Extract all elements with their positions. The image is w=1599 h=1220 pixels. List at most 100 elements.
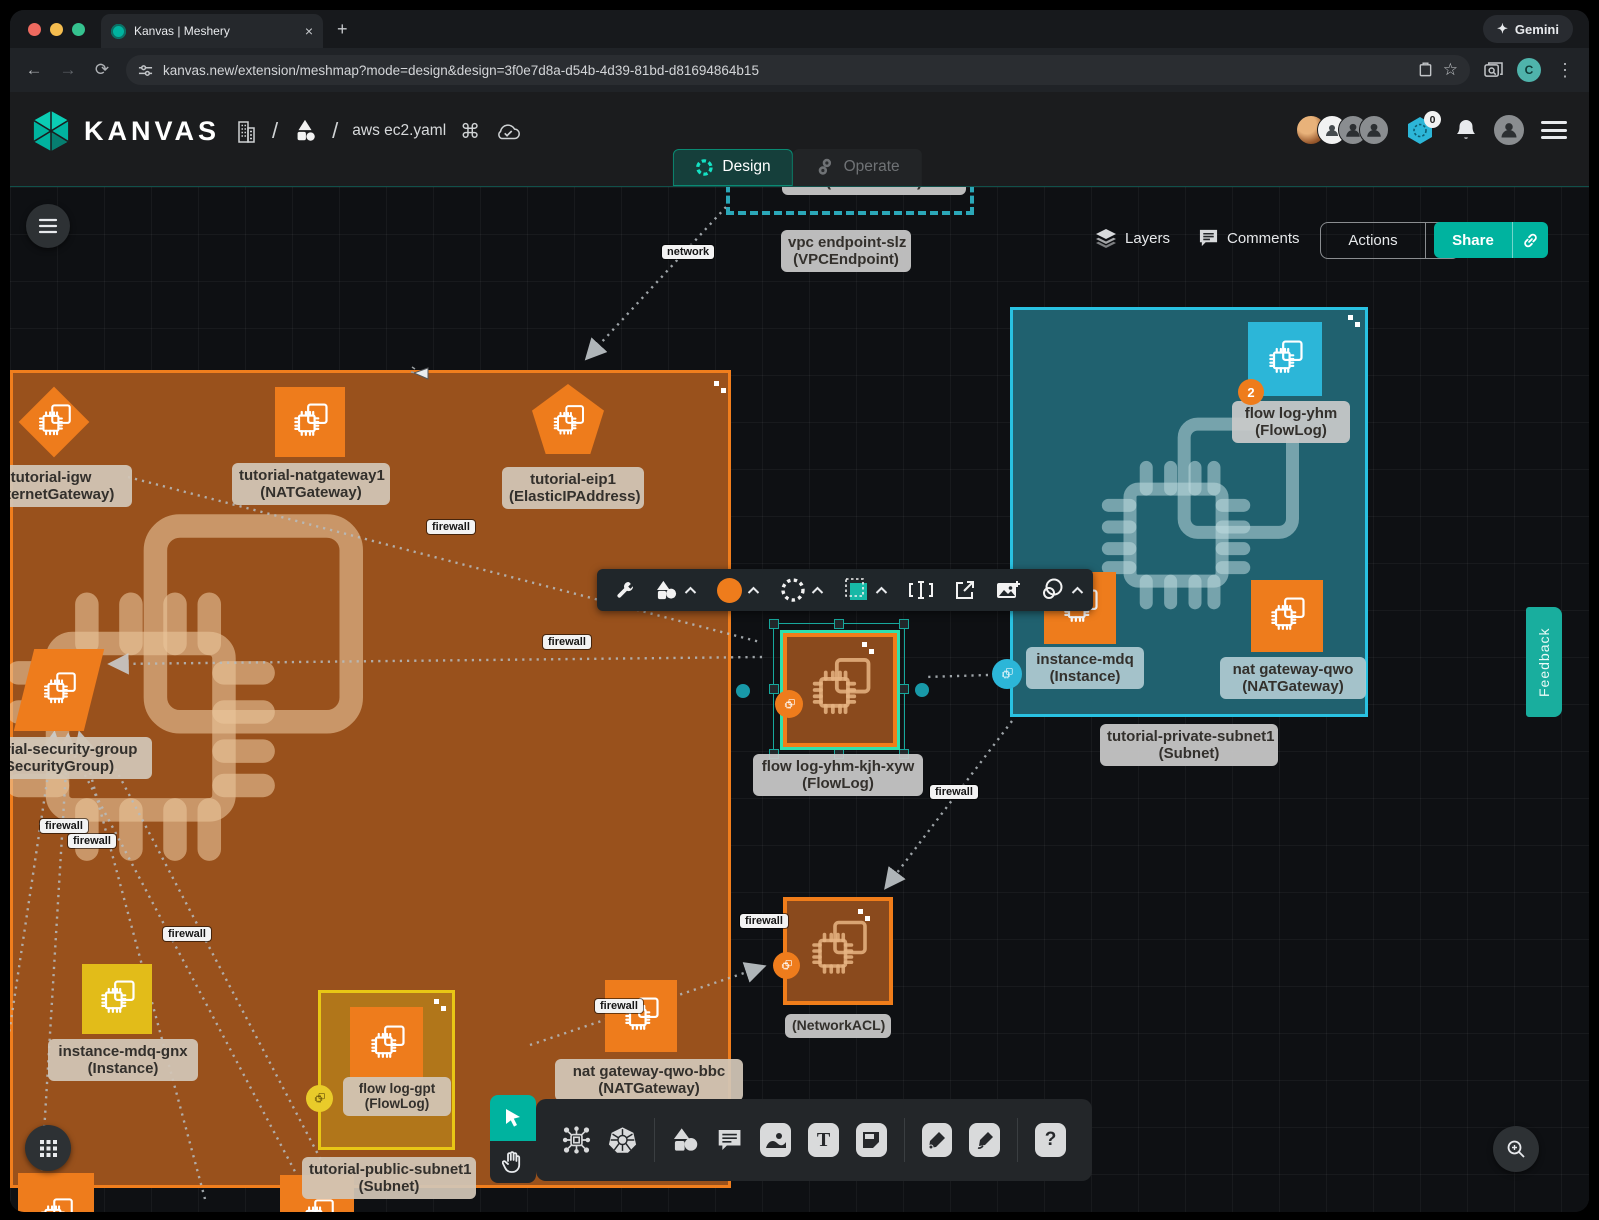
back-icon[interactable]: ← — [24, 60, 44, 80]
edge-firewall-3[interactable] — [887, 721, 1012, 886]
edge-firewall-9[interactable] — [102, 743, 332, 1181]
components-tool-icon[interactable] — [562, 1124, 591, 1156]
selected-node-badge[interactable] — [775, 690, 803, 718]
vpc-expand-icon[interactable] — [714, 381, 726, 393]
node-flowlog-gpt[interactable] — [350, 1007, 423, 1080]
minimize-window-button[interactable] — [50, 23, 63, 36]
user-profile-avatar[interactable] — [1493, 114, 1525, 146]
organization-icon[interactable] — [234, 118, 258, 144]
freehand-tool-button[interactable] — [969, 1123, 1000, 1157]
node-internet-gateway[interactable] — [20, 388, 88, 456]
workspace-shapes-icon[interactable] — [292, 118, 318, 144]
chrome-profile-avatar[interactable]: C — [1517, 58, 1541, 82]
network-acl-badge[interactable] — [773, 952, 800, 979]
cloud-sync-icon[interactable] — [494, 120, 522, 142]
chrome-menu-icon[interactable]: ⋮ — [1555, 60, 1575, 81]
help-button[interactable]: ? — [1035, 1123, 1066, 1157]
resize-handle[interactable] — [769, 619, 779, 629]
tab-close-icon[interactable]: × — [305, 23, 313, 39]
add-screenshot-tool-button[interactable] — [988, 569, 1028, 611]
url-text[interactable]: kanvas.new/extension/meshmap?mode=design… — [163, 63, 1408, 78]
comment-tool-icon[interactable] — [716, 1126, 743, 1154]
layers-button[interactable]: Layers — [1095, 228, 1170, 248]
address-bar[interactable]: kanvas.new/extension/meshmap?mode=design… — [126, 55, 1470, 85]
subnet-connection-handle[interactable] — [992, 659, 1022, 689]
rename-tool-button[interactable] — [900, 569, 942, 611]
kubernetes-tool-icon[interactable] — [608, 1124, 637, 1156]
save-icon[interactable] — [1418, 62, 1433, 78]
feedback-tab[interactable]: Feedback — [1526, 607, 1562, 717]
select-tool-button[interactable] — [490, 1095, 536, 1141]
open-in-new-tool-button[interactable] — [946, 569, 984, 611]
forward-icon[interactable]: → — [58, 60, 78, 80]
design-canvas[interactable]: (RouteTable) vpc endpoint-slz(VPCEndpoin… — [10, 187, 1589, 1212]
edge-network[interactable] — [588, 207, 726, 357]
node-natgw-qwo[interactable] — [1251, 580, 1323, 652]
edge-label-network: network — [662, 245, 714, 259]
actions-button[interactable]: Actions — [1320, 222, 1426, 259]
edge-firewall-2[interactable] — [112, 657, 762, 664]
design-configuration-icon[interactable]: ⌘ — [460, 119, 480, 144]
share-link-button[interactable] — [1512, 222, 1548, 258]
tab-search-icon[interactable] — [1484, 62, 1503, 79]
zoom-button[interactable] — [1493, 1126, 1539, 1172]
node-clipped-bottom-1[interactable] — [18, 1173, 94, 1212]
edge-firewall-1[interactable] — [128, 477, 760, 642]
gemini-button[interactable]: ✦ Gemini — [1483, 15, 1573, 43]
edge-endpoint-dot[interactable] — [736, 684, 750, 698]
shapes-tool-icon[interactable] — [672, 1126, 699, 1154]
pan-tool-button[interactable] — [490, 1141, 536, 1183]
node-natgw-qwo-bbc[interactable] — [605, 980, 677, 1052]
bookmark-star-icon[interactable]: ☆ — [1443, 60, 1458, 80]
widgets-button[interactable] — [25, 1125, 71, 1171]
group-style-tool-button[interactable] — [836, 569, 896, 611]
edge-firewall-8[interactable] — [68, 743, 300, 1181]
flowlog-gpt-expand-icon[interactable] — [434, 999, 446, 1011]
tab-operate[interactable]: Operate — [793, 149, 922, 186]
configure-tool-button[interactable] — [607, 569, 643, 611]
subnet-expand-icon[interactable] — [1348, 315, 1360, 327]
note-tool-button[interactable] — [856, 1123, 887, 1157]
selected-node-expand-icon[interactable] — [862, 642, 874, 654]
collaborator-avatar[interactable] — [1359, 115, 1389, 145]
node-label-vpc-endpoint: vpc endpoint-slz(VPCEndpoint) — [781, 230, 911, 272]
kanvas-logo-icon[interactable] — [32, 110, 70, 152]
app-menu-icon[interactable] — [1541, 117, 1567, 144]
reload-icon[interactable]: ⟳ — [92, 60, 112, 80]
browser-tab[interactable]: Kanvas | Meshery × — [101, 14, 323, 48]
resize-handle[interactable] — [899, 684, 909, 694]
flowlog-gpt-badge[interactable] — [306, 1085, 333, 1112]
node-network-acl[interactable] — [783, 897, 893, 1005]
design-file-name[interactable]: aws ec2.yaml — [352, 122, 446, 140]
site-settings-icon[interactable] — [138, 63, 153, 78]
window-controls[interactable] — [28, 23, 85, 36]
comments-button[interactable]: Comments — [1198, 228, 1300, 248]
border-style-tool-button[interactable] — [772, 569, 832, 611]
new-tab-button[interactable]: + — [337, 19, 348, 40]
bell-icon[interactable] — [1455, 118, 1477, 142]
resize-handle[interactable] — [834, 619, 844, 629]
node-flowlog-selected[interactable] — [783, 633, 897, 747]
lasso-tool-button[interactable] — [1032, 569, 1092, 611]
environment-indicator[interactable]: 0 — [1405, 115, 1439, 145]
media-tool-button[interactable] — [760, 1123, 791, 1157]
text-tool-button[interactable]: T — [808, 1123, 839, 1157]
edge-endpoint-dot[interactable] — [915, 683, 929, 697]
network-acl-expand-icon[interactable] — [858, 909, 870, 921]
canvas-menu-button[interactable] — [26, 204, 70, 248]
edge-firewall-6[interactable] — [10, 735, 54, 1067]
maximize-window-button[interactable] — [72, 23, 85, 36]
node-instance-mdq-gnx[interactable] — [82, 964, 152, 1034]
node-natgateway1[interactable] — [275, 387, 345, 457]
shapes-tool-button[interactable] — [647, 569, 705, 611]
flowlog-yhm-count-badge[interactable]: 2 — [1238, 379, 1264, 405]
close-window-button[interactable] — [28, 23, 41, 36]
edge-to-selected[interactable] — [926, 675, 988, 677]
edge-pen-tool-button[interactable] — [922, 1123, 953, 1157]
resize-handle[interactable] — [899, 619, 909, 629]
resize-handle[interactable] — [769, 684, 779, 694]
appearance-tool-button[interactable] — [709, 569, 768, 611]
tab-design[interactable]: Design — [672, 149, 792, 186]
share-button[interactable]: Share — [1434, 222, 1512, 258]
collaborator-avatars[interactable] — [1296, 115, 1389, 145]
